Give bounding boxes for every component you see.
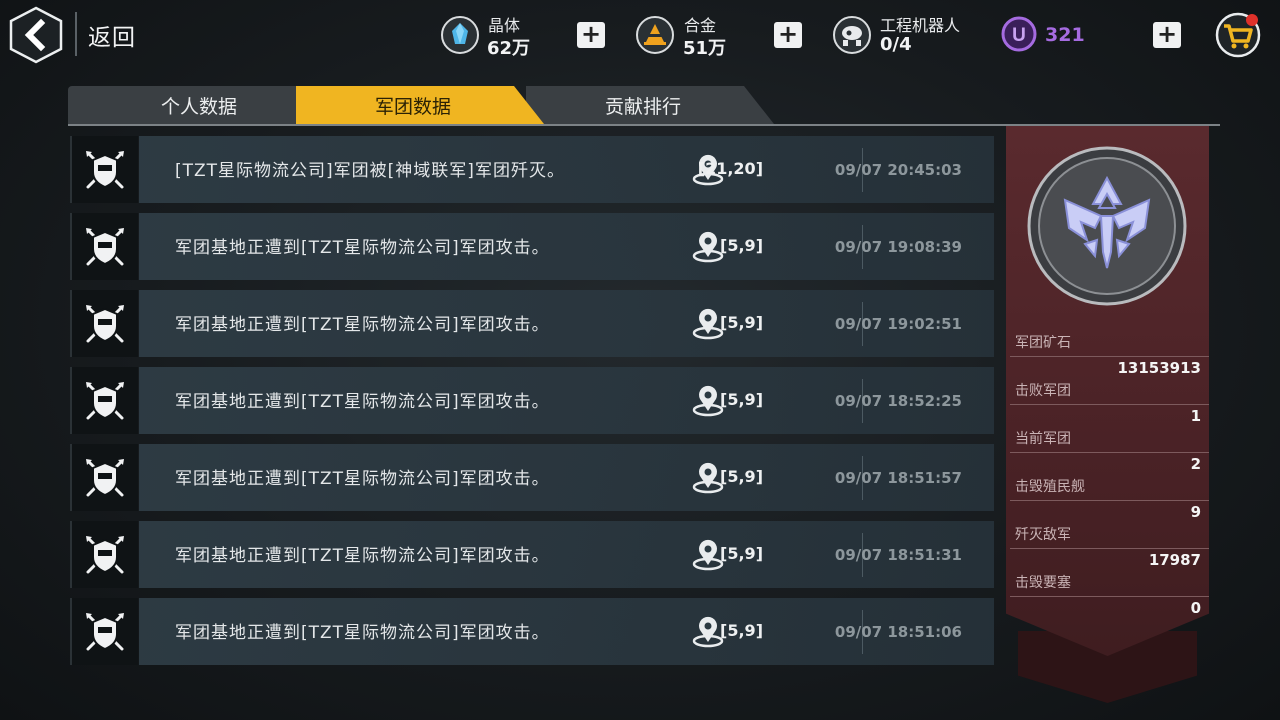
log-message: 军团基地正遭到[TZT星际物流公司]军团攻击。 (175, 469, 550, 489)
row-body: 军团基地正遭到[TZT星际物流公司]军团攻击。 [5,9] 09/07 18:5… (139, 598, 994, 665)
log-timestamp: 09/07 20:45:03 (834, 161, 962, 179)
row-body: [TZT星际物流公司]军团被[神域联军]军团歼灭。 [21,20] 09/07 … (139, 136, 994, 203)
log-message: 军团基地正遭到[TZT星际物流公司]军团攻击。 (175, 315, 550, 335)
crossed-swords-shield-icon (86, 381, 124, 419)
row-icon-cell (70, 136, 138, 203)
crystal-value: 62万 (487, 38, 531, 59)
crossed-swords-shield-icon (86, 150, 124, 188)
alloy-title: 合金 (684, 16, 717, 35)
log-coordinate[interactable]: [5,9] (720, 621, 763, 640)
row-icon-cell (70, 598, 138, 665)
log-coordinate[interactable]: [21,20] (698, 159, 763, 178)
crossed-swords-shield-icon (86, 227, 124, 265)
log-row: 军团基地正遭到[TZT星际物流公司]军团攻击。 [5,9] 09/07 18:5… (70, 598, 994, 665)
legion-emblem-icon (1027, 146, 1187, 306)
shopping-cart-icon[interactable] (1214, 11, 1262, 59)
stat-label: 击毁殖民舰 (1015, 479, 1085, 495)
tab-personal-data[interactable]: 个人数据 (68, 86, 330, 124)
stat-label: 击败军团 (1015, 383, 1071, 399)
u-currency-symbol: U (1012, 25, 1026, 46)
stat-label: 当前军团 (1015, 431, 1071, 447)
log-message: 军团基地正遭到[TZT星际物流公司]军团攻击。 (175, 623, 550, 643)
legion-stats-panel: 军团矿石 13153913 击败军团 1 当前军团 2 击毁殖民舰 9 歼灭敌军 17987 击毁要… (1006, 126, 1209, 706)
log-message: 军团基地正遭到[TZT星际物流公司]军团攻击。 (175, 392, 550, 412)
stat-divider (1010, 452, 1209, 453)
cart-badge (1246, 14, 1258, 26)
log-coordinate[interactable]: [5,9] (720, 467, 763, 486)
crossed-swords-shield-icon (86, 612, 124, 650)
robot-value: 0/4 (880, 34, 912, 55)
tab-rank-label: 贡献排行 (604, 95, 681, 118)
stat-value: 9 (1190, 503, 1201, 521)
log-row: 军团基地正遭到[TZT星际物流公司]军团攻击。 [5,9] 09/07 18:5… (70, 444, 994, 511)
stat-divider (1010, 356, 1209, 357)
row-body: 军团基地正遭到[TZT星际物流公司]军团攻击。 [5,9] 09/07 18:5… (139, 367, 994, 434)
stat-value: 0 (1190, 599, 1201, 617)
log-message: [TZT星际物流公司]军团被[神域联军]军团歼灭。 (175, 161, 565, 181)
back-chevron-icon[interactable] (8, 6, 64, 64)
crossed-swords-shield-icon (86, 458, 124, 496)
row-body: 军团基地正遭到[TZT星际物流公司]军团攻击。 [5,9] 09/07 18:5… (139, 444, 994, 511)
add-crystal-button[interactable]: + (577, 22, 605, 48)
row-icon-cell (70, 521, 138, 588)
log-coordinate[interactable]: [5,9] (720, 544, 763, 563)
log-timestamp: 09/07 19:08:39 (834, 238, 962, 256)
stat-label: 歼灭敌军 (1015, 527, 1071, 543)
robot-icon (833, 16, 871, 54)
log-coordinate[interactable]: [5,9] (720, 390, 763, 409)
row-icon-cell (70, 367, 138, 434)
add-u-currency-button[interactable]: + (1153, 22, 1181, 48)
log-timestamp: 09/07 18:51:57 (834, 469, 962, 487)
stat-value: 1 (1190, 407, 1201, 425)
log-row: [TZT星际物流公司]军团被[神域联军]军团歼灭。 [21,20] 09/07 … (70, 136, 994, 203)
log-row: 军团基地正遭到[TZT星际物流公司]军团攻击。 [5,9] 09/07 18:5… (70, 367, 994, 434)
crossed-swords-shield-icon (86, 304, 124, 342)
tab-contribution-rank[interactable]: 贡献排行 (526, 86, 774, 124)
tab-legion-label: 军团数据 (374, 95, 451, 118)
stat-value: 13153913 (1117, 359, 1202, 377)
tab-bar: 个人数据 贡献排行 军团数据 (68, 86, 1220, 126)
log-timestamp: 09/07 18:51:06 (834, 623, 962, 641)
crossed-swords-shield-icon (86, 535, 124, 573)
crystal-icon (441, 16, 479, 54)
stat-label: 击毁要塞 (1015, 575, 1071, 591)
row-body: 军团基地正遭到[TZT星际物流公司]军团攻击。 [5,9] 09/07 19:0… (139, 290, 994, 357)
row-body: 军团基地正遭到[TZT星际物流公司]军团攻击。 [5,9] 09/07 19:0… (139, 213, 994, 280)
log-row: 军团基地正遭到[TZT星际物流公司]军团攻击。 [5,9] 09/07 19:0… (70, 213, 994, 280)
u-currency-icon: U (1001, 16, 1037, 52)
stat-divider (1010, 404, 1209, 405)
log-row: 军团基地正遭到[TZT星际物流公司]军团攻击。 [5,9] 09/07 19:0… (70, 290, 994, 357)
top-bar: 返回 晶体 62万 + 合金 51万 + 工程机器人 0/4 U 321 + (0, 0, 1280, 70)
robot-title: 工程机器人 (880, 16, 961, 35)
back-divider (75, 12, 77, 56)
log-row: 军团基地正遭到[TZT星际物流公司]军团攻击。 [5,9] 09/07 18:5… (70, 521, 994, 588)
add-alloy-button[interactable]: + (774, 22, 802, 48)
u-currency-value: 321 (1045, 24, 1085, 46)
row-icon-cell (70, 290, 138, 357)
stat-divider (1010, 500, 1209, 501)
stat-label: 军团矿石 (1015, 335, 1071, 351)
alloy-icon (636, 16, 674, 54)
log-timestamp: 09/07 19:02:51 (834, 315, 962, 333)
log-message: 军团基地正遭到[TZT星际物流公司]军团攻击。 (175, 546, 550, 566)
log-message: 军团基地正遭到[TZT星际物流公司]军团攻击。 (175, 238, 550, 258)
log-coordinate[interactable]: [5,9] (720, 236, 763, 255)
tab-legion-data[interactable]: 军团数据 (296, 86, 544, 124)
alloy-value: 51万 (683, 38, 727, 59)
row-icon-cell (70, 444, 138, 511)
log-timestamp: 09/07 18:52:25 (834, 392, 962, 410)
crystal-title: 晶体 (488, 16, 521, 35)
log-timestamp: 09/07 18:51:31 (834, 546, 962, 564)
log-coordinate[interactable]: [5,9] (720, 313, 763, 332)
back-label[interactable]: 返回 (88, 18, 136, 52)
stat-divider (1010, 596, 1209, 597)
stat-value: 17987 (1148, 551, 1201, 569)
row-body: 军团基地正遭到[TZT星际物流公司]军团攻击。 [5,9] 09/07 18:5… (139, 521, 994, 588)
stat-value: 2 (1190, 455, 1201, 473)
stat-divider (1010, 548, 1209, 549)
tab-personal-label: 个人数据 (160, 95, 237, 118)
row-icon-cell (70, 213, 138, 280)
